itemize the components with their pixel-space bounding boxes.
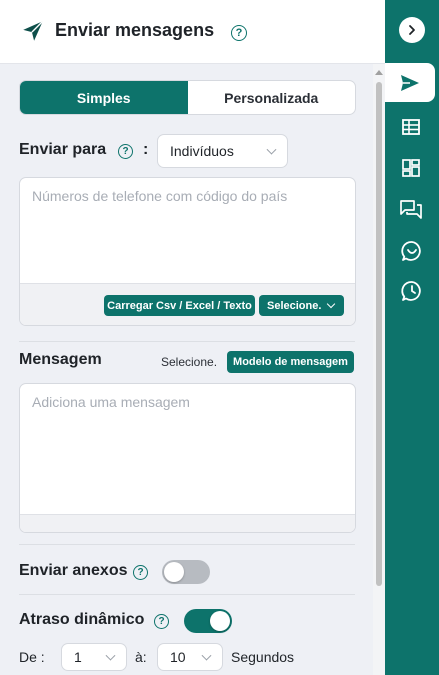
toggle-knob xyxy=(210,611,230,631)
history-icon[interactable] xyxy=(401,280,423,302)
divider xyxy=(19,594,355,595)
tab-simples[interactable]: Simples xyxy=(20,81,188,114)
select-contacts-label: Selecione. xyxy=(267,299,322,312)
chevron-down-icon xyxy=(105,650,116,661)
side-rail xyxy=(385,0,439,675)
scrollbar[interactable] xyxy=(373,64,385,675)
attachments-toggle[interactable] xyxy=(162,560,210,584)
delay-from-select[interactable]: 1 xyxy=(61,643,127,671)
scroll-up-icon[interactable] xyxy=(375,70,383,75)
message-label: Mensagem xyxy=(19,351,102,368)
chevron-down-icon xyxy=(201,650,212,661)
send-icon xyxy=(401,75,419,91)
chevron-down-icon xyxy=(266,144,277,155)
chat-icon[interactable] xyxy=(399,198,423,220)
send-messages-panel: Enviar mensagens ? Simples Personalizada… xyxy=(0,0,385,675)
send-to-colon: : xyxy=(143,141,149,158)
help-icon[interactable]: ? xyxy=(133,565,148,580)
rail-item-send[interactable] xyxy=(385,63,435,102)
message-template-button[interactable]: Modelo de mensagem xyxy=(227,351,354,373)
select-contacts-button[interactable]: Selecione. xyxy=(259,295,344,316)
attachments-label: Enviar anexos xyxy=(19,562,128,579)
delay-label: Atraso dinâmico xyxy=(19,611,145,628)
message-placeholder: Adiciona uma mensagem xyxy=(32,394,190,410)
select-hint: Selecione. xyxy=(161,355,218,369)
upload-file-button[interactable]: Carregar Csv / Excel / Texto xyxy=(104,295,255,316)
page-title: Enviar mensagens xyxy=(55,20,215,40)
delay-from-value: 1 xyxy=(74,649,82,665)
send-to-label: Enviar para xyxy=(19,141,107,158)
delay-from-label: De : xyxy=(19,649,45,665)
chevron-down-icon xyxy=(326,299,336,309)
help-icon[interactable]: ? xyxy=(231,25,247,41)
chevron-right-icon xyxy=(409,25,415,35)
divider xyxy=(19,341,355,342)
delay-to-select[interactable]: 10 xyxy=(157,643,223,671)
toggle-knob xyxy=(164,562,184,582)
divider xyxy=(19,544,355,545)
recipient-type-value: Indivíduos xyxy=(170,143,234,159)
send-plane-icon xyxy=(23,20,44,41)
tab-personalizada[interactable]: Personalizada xyxy=(188,81,356,114)
delay-to-value: 10 xyxy=(170,649,186,665)
recipient-type-select[interactable]: Indivíduos xyxy=(157,134,288,168)
collapse-button[interactable] xyxy=(399,17,425,43)
dashboard-icon[interactable] xyxy=(401,158,421,178)
delay-to-label: à: xyxy=(135,649,147,665)
message-field-footer xyxy=(20,514,355,532)
whatsapp-icon[interactable] xyxy=(401,240,423,262)
delay-toggle[interactable] xyxy=(184,609,232,633)
scrollbar-thumb[interactable] xyxy=(376,82,382,586)
help-icon[interactable]: ? xyxy=(154,614,169,629)
table-icon[interactable] xyxy=(401,117,421,137)
help-icon[interactable]: ? xyxy=(118,144,133,159)
delay-unit-label: Segundos xyxy=(231,649,295,665)
mode-tabs: Simples Personalizada xyxy=(19,80,356,115)
phone-numbers-placeholder: Números de telefone com código do país xyxy=(32,188,288,204)
panel-header: Enviar mensagens ? xyxy=(0,0,385,64)
message-field[interactable]: Adiciona uma mensagem xyxy=(19,383,356,533)
